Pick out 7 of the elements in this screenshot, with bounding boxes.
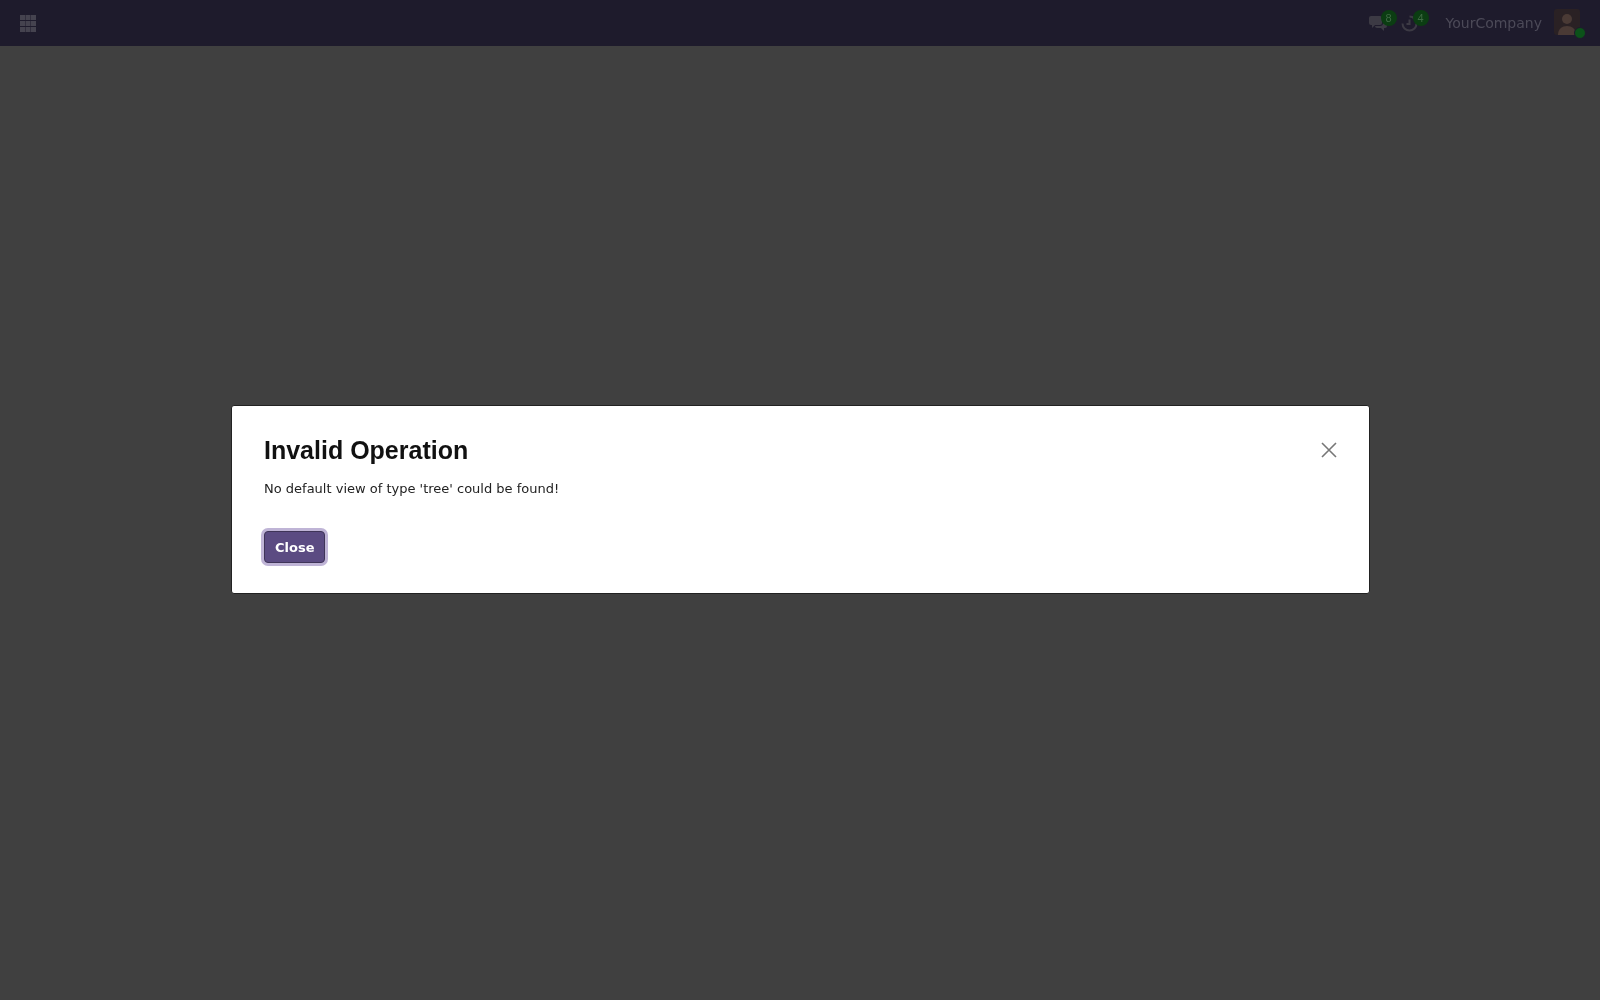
close-icon[interactable] [1321,442,1337,458]
apps-menu-icon[interactable] [20,14,36,32]
close-button[interactable]: Close [264,531,326,563]
dialog-title: Invalid Operation [264,435,470,466]
error-message: No default view of type 'tree' could be found! [264,480,561,498]
user-avatar-icon[interactable] [1554,9,1580,35]
clock-icon[interactable] [1400,14,1418,32]
